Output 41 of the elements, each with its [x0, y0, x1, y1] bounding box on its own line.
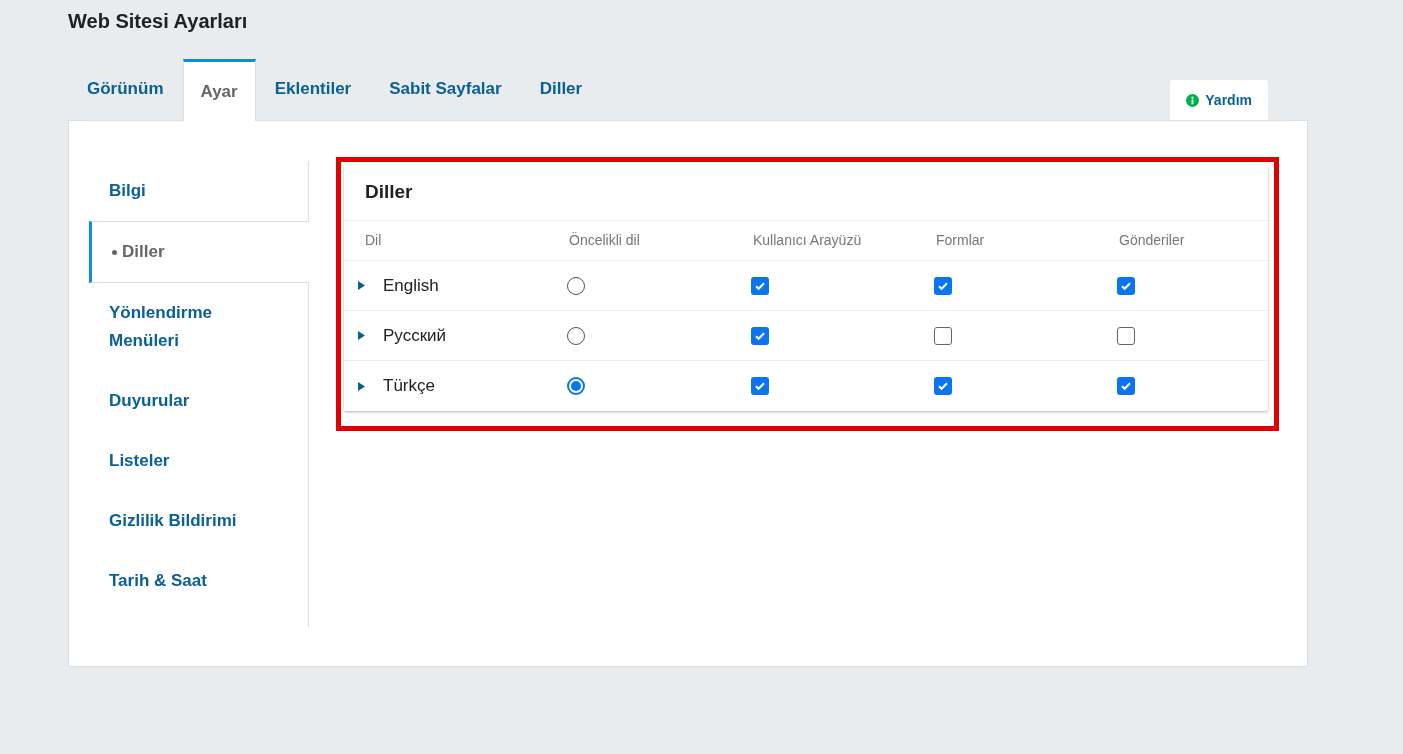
checkmark-icon	[937, 380, 949, 392]
tab[interactable]: Diller	[520, 58, 602, 120]
tab[interactable]: Sabit Sayfalar	[370, 58, 521, 120]
column-header: Formlar	[936, 231, 986, 250]
column-header: Öncelikli dil	[569, 231, 641, 250]
language-name: English	[383, 274, 439, 297]
tab[interactable]: Görünüm	[68, 58, 183, 120]
language-name: Русский	[383, 324, 447, 347]
column-header: Dil	[365, 231, 383, 250]
checkbox[interactable]	[751, 377, 769, 395]
help-button[interactable]: Yardım	[1170, 80, 1268, 120]
checkmark-icon	[1120, 380, 1132, 392]
sidebar-item[interactable]: Listeler	[89, 431, 309, 491]
sidebar-item[interactable]: Bilgi	[89, 161, 309, 221]
card-title: Diller	[344, 165, 1268, 221]
tab[interactable]: Ayar	[182, 59, 256, 121]
checkbox[interactable]	[751, 276, 769, 295]
bullet-icon	[112, 249, 117, 255]
sidebar-item[interactable]: Duyurular	[89, 371, 309, 431]
checkbox[interactable]	[934, 276, 952, 295]
sidebar-item[interactable]: Yönlendirme Menüleri	[89, 283, 309, 371]
checkbox[interactable]	[1117, 377, 1135, 395]
checkbox[interactable]	[751, 326, 769, 345]
sidebar-item[interactable]: Diller	[89, 221, 309, 283]
sidebar-item[interactable]: Gizlilik Bildirimi	[89, 491, 309, 551]
checkbox[interactable]	[934, 377, 952, 395]
checkbox[interactable]	[1117, 276, 1135, 295]
expand-icon[interactable]	[358, 281, 365, 290]
checkmark-icon	[754, 380, 766, 392]
expand-icon[interactable]	[358, 381, 365, 391]
page-title: Web Sitesi Ayarları	[68, 9, 249, 34]
expand-icon[interactable]	[358, 331, 365, 340]
checkbox[interactable]	[934, 326, 952, 345]
language-name: Türkçe	[383, 375, 435, 398]
tab[interactable]: Eklentiler	[255, 58, 371, 120]
info-icon	[1186, 93, 1200, 107]
column-header: Kullanıcı Arayüzü	[753, 231, 863, 250]
radio-button[interactable]	[567, 377, 585, 395]
column-header: Gönderiler	[1119, 231, 1186, 250]
checkbox[interactable]	[1117, 326, 1135, 345]
sidebar-item[interactable]: Tarih & Saat	[89, 551, 309, 611]
